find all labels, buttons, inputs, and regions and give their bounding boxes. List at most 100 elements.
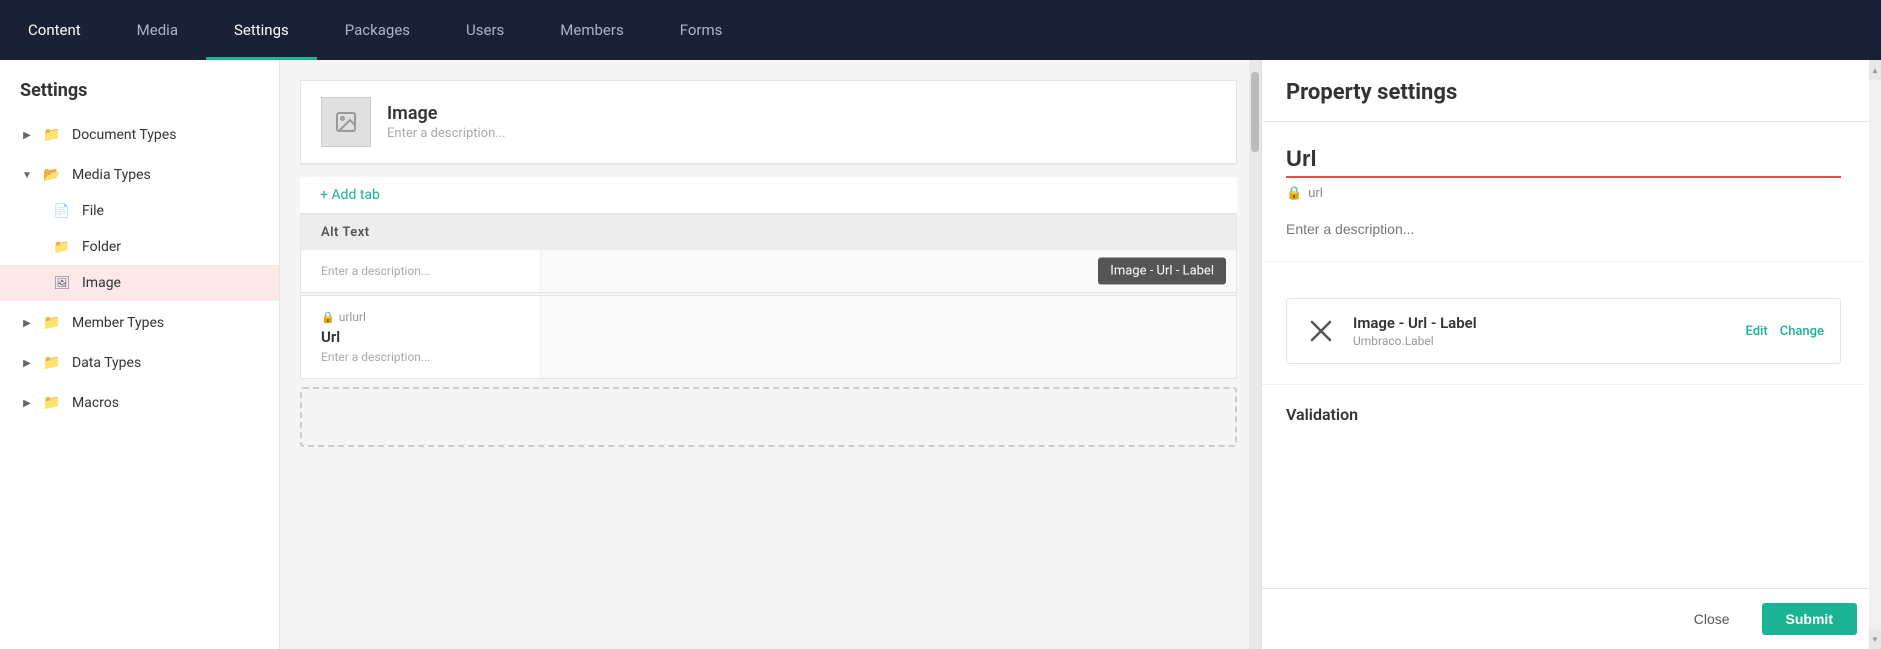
- change-button[interactable]: Change: [1780, 324, 1824, 339]
- settings-panel-body[interactable]: 🔒 url Image - Url: [1262, 122, 1881, 588]
- sidebar-section-media-types: ▼ 📂 Media Types 📄 File 📁 Folder 🖼 Image: [0, 157, 279, 301]
- folder-open-icon: 📂: [42, 165, 62, 185]
- alias-lock-icon: 🔒: [1286, 186, 1302, 201]
- member-types-label: Member Types: [72, 315, 164, 331]
- property-section-url: 🔒 urlurl Url Enter a description...: [300, 295, 1237, 379]
- file-icon: 📄: [52, 201, 72, 221]
- alt-text-header: Alt Text: [301, 215, 1236, 250]
- sidebar-section-member-types: ▶ 📁 Member Types: [0, 305, 279, 341]
- image-label: Image: [82, 275, 121, 291]
- validation-title: Validation: [1286, 405, 1841, 424]
- alt-text-desc: Enter a description...: [321, 264, 520, 278]
- url-alias-text: url: [339, 310, 353, 324]
- alias-value: url: [1308, 186, 1323, 201]
- folder-icon: 📁: [42, 125, 62, 145]
- property-settings-panel: ▲ ▼ Property settings 🔒 url: [1261, 60, 1881, 649]
- settings-panel-footer: Close Submit: [1262, 588, 1881, 649]
- sidebar-item-file[interactable]: 📄 File: [0, 193, 279, 229]
- nav-content[interactable]: Content: [0, 0, 109, 60]
- editor-section: Image - Url - Label Umbraco.Label Edit C…: [1262, 262, 1865, 385]
- settings-panel-header: Property settings: [1262, 60, 1881, 122]
- image-icon: 🖼: [52, 273, 72, 293]
- document-types-label: Document Types: [72, 127, 176, 143]
- sidebar-item-macros[interactable]: ▶ 📁 Macros: [0, 385, 279, 421]
- sidebar-section-macros: ▶ 📁 Macros: [0, 385, 279, 421]
- lock-icon: 🔒: [321, 311, 335, 324]
- image-title: Image: [387, 103, 506, 124]
- chevron-down-icon: ▼: [20, 168, 34, 182]
- image-card: Image Enter a description...: [300, 80, 1237, 165]
- sidebar-item-document-types[interactable]: ▶ 📁 Document Types: [0, 117, 279, 153]
- editor-name: Image - Url - Label: [1353, 314, 1746, 332]
- settings-name-section: 🔒 url: [1262, 122, 1865, 262]
- image-thumbnail: [321, 97, 371, 147]
- folder-data-icon: 📁: [42, 353, 62, 373]
- add-tab-button[interactable]: + Add tab: [300, 177, 1237, 214]
- url-desc: Enter a description...: [321, 350, 520, 364]
- sidebar-section-data-types: ▶ 📁 Data Types: [0, 345, 279, 381]
- top-nav: Content Media Settings Packages Users Me…: [0, 0, 1881, 60]
- property-description-input[interactable]: [1286, 217, 1841, 241]
- property-section-alt-text: Alt Text Enter a description... Image - …: [300, 214, 1237, 293]
- alt-text-row: Enter a description... Image - Url - Lab…: [301, 250, 1236, 292]
- scroll-track[interactable]: [1249, 60, 1261, 649]
- sidebar-item-data-types[interactable]: ▶ 📁 Data Types: [0, 345, 279, 381]
- sidebar-title: Settings: [0, 80, 279, 117]
- sidebar-item-media-types[interactable]: ▼ 📂 Media Types: [0, 157, 279, 193]
- scroll-down-arrow[interactable]: ▼: [1869, 629, 1881, 649]
- folder-label: Folder: [82, 239, 121, 255]
- alt-text-right: Image - Url - Label: [541, 250, 1236, 292]
- scroll-up-arrow[interactable]: ▲: [1869, 60, 1881, 80]
- name-input-wrapper: [1286, 142, 1841, 178]
- editor-type-icon: [1303, 313, 1339, 349]
- chevron-right-icon-3: ▶: [20, 356, 34, 370]
- chevron-right-icon-4: ▶: [20, 396, 34, 410]
- sidebar-item-image[interactable]: 🖼 Image: [0, 265, 279, 301]
- macros-label: Macros: [72, 395, 119, 411]
- sidebar-item-member-types[interactable]: ▶ 📁 Member Types: [0, 305, 279, 341]
- nav-settings[interactable]: Settings: [206, 0, 317, 60]
- edit-button[interactable]: Edit: [1746, 324, 1768, 339]
- panel-scrollbar[interactable]: ▲ ▼: [1869, 60, 1881, 649]
- url-row: 🔒 urlurl Url Enter a description...: [301, 296, 1236, 378]
- media-types-label: Media Types: [72, 167, 151, 183]
- url-right: [541, 296, 1236, 378]
- nav-packages[interactable]: Packages: [317, 0, 438, 60]
- file-label: File: [82, 203, 104, 219]
- sidebar: Settings ▶ 📁 Document Types ▼ 📂 Media Ty…: [0, 60, 280, 649]
- submit-button[interactable]: Submit: [1762, 603, 1857, 635]
- editor-card: Image - Url - Label Umbraco.Label Edit C…: [1286, 298, 1841, 364]
- main-layout: Settings ▶ 📁 Document Types ▼ 📂 Media Ty…: [0, 60, 1881, 649]
- folder-macros-icon: 📁: [42, 393, 62, 413]
- validation-section: Validation: [1262, 385, 1865, 444]
- property-name-input[interactable]: [1286, 142, 1841, 178]
- settings-panel-title: Property settings: [1286, 80, 1857, 105]
- close-button[interactable]: Close: [1674, 603, 1750, 635]
- scroll-thumb[interactable]: [1251, 72, 1259, 152]
- data-types-label: Data Types: [72, 355, 141, 371]
- image-info: Image Enter a description...: [387, 103, 506, 141]
- sidebar-section-document-types: ▶ 📁 Document Types: [0, 117, 279, 153]
- alias-row: 🔒 url: [1286, 186, 1841, 201]
- nav-members[interactable]: Members: [532, 0, 651, 60]
- url-left: 🔒 urlurl Url Enter a description...: [301, 296, 541, 378]
- nav-forms[interactable]: Forms: [652, 0, 751, 60]
- nav-users[interactable]: Users: [438, 0, 532, 60]
- editor-type: Umbraco.Label: [1353, 334, 1746, 348]
- image-url-label-tooltip: Image - Url - Label: [1098, 258, 1226, 285]
- image-description: Enter a description...: [387, 126, 506, 141]
- content-area: Image Enter a description... + Add tab A…: [280, 60, 1261, 649]
- folder-child-icon: 📁: [52, 237, 72, 257]
- nav-media[interactable]: Media: [109, 0, 206, 60]
- url-alias: 🔒 urlurl: [321, 310, 520, 324]
- content-pane[interactable]: Image Enter a description... + Add tab A…: [280, 60, 1261, 649]
- drop-zone[interactable]: [300, 387, 1237, 447]
- url-name: Url: [321, 328, 520, 346]
- editor-actions: Edit Change: [1746, 324, 1825, 339]
- sidebar-item-folder[interactable]: 📁 Folder: [0, 229, 279, 265]
- chevron-right-icon-2: ▶: [20, 316, 34, 330]
- chevron-right-icon: ▶: [20, 128, 34, 142]
- alt-text-left: Enter a description...: [301, 250, 541, 292]
- folder-member-icon: 📁: [42, 313, 62, 333]
- editor-info: Image - Url - Label Umbraco.Label: [1353, 314, 1746, 348]
